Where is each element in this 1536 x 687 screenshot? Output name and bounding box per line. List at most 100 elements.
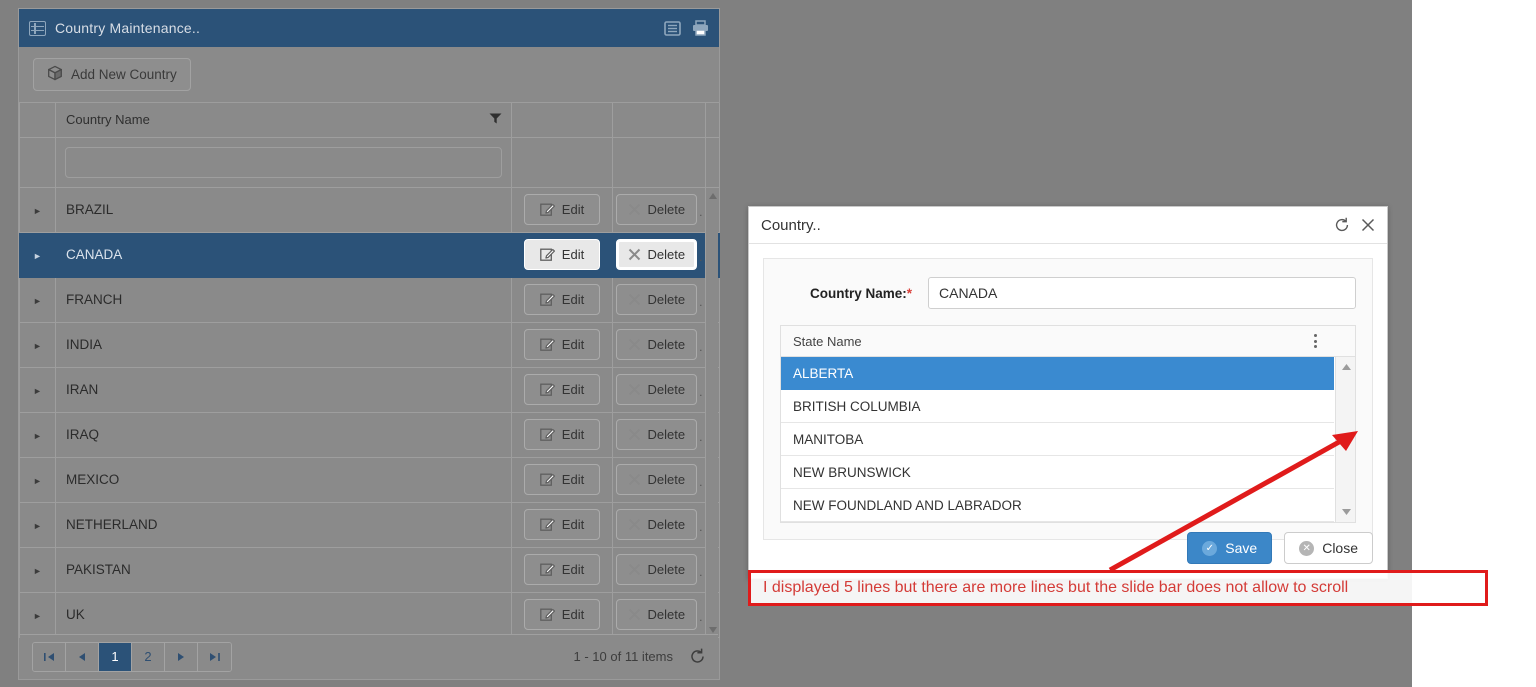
row-expand-toggle[interactable]: ► (19, 591, 56, 638)
table-row[interactable]: ► INDIA Edit Delete. (19, 321, 720, 368)
cell-delete: Delete. (612, 186, 706, 233)
row-expand-toggle[interactable]: ► (19, 276, 56, 323)
delete-button[interactable]: Delete (615, 239, 698, 270)
close-button[interactable]: ✕ Close (1284, 532, 1373, 564)
save-button[interactable]: ✓ Save (1187, 532, 1273, 564)
delete-button[interactable]: Delete (615, 329, 698, 360)
pager-next-page-button[interactable] (165, 642, 198, 671)
delete-button[interactable]: Delete (615, 419, 698, 450)
table-row[interactable]: ► UK Edit Delete. (19, 591, 720, 638)
list-item[interactable]: BRITISH COLUMBIA (781, 390, 1334, 423)
delete-button[interactable]: Delete (615, 464, 698, 495)
row-expand-toggle[interactable]: ► (19, 366, 56, 413)
state-grid-rows: ALBERTA BRITISH COLUMBIA MANITOBA NEW BRUNS… (781, 357, 1355, 522)
table-row[interactable]: ► FRANCH Edit Delete. (19, 276, 720, 323)
dialog-title-actions (1334, 217, 1375, 233)
grid-list-icon[interactable] (664, 20, 681, 36)
print-icon[interactable] (692, 20, 709, 36)
pager-prev-page-button[interactable] (66, 642, 99, 671)
annotation-box: I displayed 5 lines but there are more l… (748, 570, 1488, 606)
country-name-label-text: Country Name: (809, 285, 907, 301)
pager-page-2-button[interactable]: 2 (132, 642, 165, 671)
edit-button[interactable]: Edit (524, 239, 600, 270)
table-row[interactable]: ► IRAN Edit Delete. (19, 366, 720, 413)
row-expand-toggle[interactable]: ► (19, 321, 56, 368)
edit-button[interactable]: Edit (524, 194, 600, 225)
table-row[interactable]: ► NETHERLAND Edit Delete. (19, 501, 720, 548)
grid-header-row: Country Name (19, 103, 720, 138)
row-expand-toggle[interactable]: ► (19, 546, 56, 593)
row-expand-toggle[interactable]: ► (19, 456, 56, 503)
edit-button[interactable]: Edit (524, 284, 600, 315)
dialog-refresh-icon[interactable] (1334, 217, 1350, 233)
edit-button-label: Edit (561, 562, 585, 577)
edit-button[interactable]: Edit (524, 464, 600, 495)
pager-refresh-icon[interactable] (689, 648, 706, 665)
panel-toolbar: Add New Country (19, 47, 719, 103)
pager-last-page-button[interactable] (198, 642, 231, 671)
pager-first-page-button[interactable] (33, 642, 66, 671)
state-scroll-down-arrow-icon[interactable] (1336, 505, 1356, 519)
state-grid-scrollbar[interactable] (1335, 357, 1355, 522)
expand-arrow-icon: ► (33, 386, 42, 396)
cell-delete: Delete. (612, 591, 706, 638)
pager-page-1-button[interactable]: 1 (99, 642, 132, 671)
delete-button-label: Delete (647, 382, 686, 397)
edit-button[interactable]: Edit (524, 329, 600, 360)
expand-arrow-icon: ► (33, 296, 42, 306)
filter-icon[interactable] (489, 112, 502, 127)
edit-button[interactable]: Edit (524, 374, 600, 405)
x-icon (628, 338, 640, 351)
row-expand-toggle[interactable]: ► (19, 501, 56, 548)
cell-edit: Edit (511, 591, 613, 638)
list-item[interactable]: NEW FOUNDLAND AND LABRADOR (781, 489, 1334, 522)
edit-button-label: Edit (561, 202, 585, 217)
delete-button[interactable]: Delete (615, 194, 698, 225)
delete-button[interactable]: Delete (615, 284, 698, 315)
overflow-dot: . (699, 520, 703, 534)
cell-delete: Delete. (612, 411, 706, 458)
list-item[interactable]: ALBERTA (781, 357, 1334, 390)
x-circle-icon: ✕ (1299, 540, 1315, 556)
row-expand-toggle[interactable]: ► (19, 186, 56, 233)
dialog-title: Country.. (761, 216, 821, 234)
grid-header-edit (511, 103, 613, 138)
dialog-close-icon[interactable] (1361, 218, 1375, 232)
grid-vertical-scrollbar[interactable] (705, 188, 718, 638)
expand-arrow-icon: ► (33, 476, 42, 486)
add-new-country-button[interactable]: Add New Country (33, 58, 191, 91)
row-expand-toggle[interactable]: ► (19, 231, 56, 278)
country-name-filter-input[interactable] (65, 146, 502, 178)
overflow-dot: . (699, 250, 703, 264)
edit-button[interactable]: Edit (524, 509, 600, 540)
delete-button[interactable]: Delete (615, 554, 698, 585)
edit-pencil-icon (539, 338, 555, 351)
country-name-input[interactable] (928, 277, 1356, 309)
table-row[interactable]: ► MEXICO Edit Delete. (19, 456, 720, 503)
table-row[interactable]: ► PAKISTAN Edit Delete. (19, 546, 720, 593)
cell-delete: Delete. (612, 456, 706, 503)
kebab-menu-icon[interactable] (1314, 334, 1343, 348)
list-item[interactable]: NEW BRUNSWICK (781, 456, 1334, 489)
country-form: Country Name:* State Name ALBERTABRITISH… (763, 258, 1373, 540)
row-expand-toggle[interactable]: ► (19, 411, 56, 458)
table-row[interactable]: ► CANADA Edit Delete. (19, 231, 720, 278)
cell-edit: Edit (511, 546, 613, 593)
edit-button[interactable]: Edit (524, 599, 600, 630)
edit-button-label: Edit (561, 292, 585, 307)
delete-button[interactable]: Delete (615, 374, 698, 405)
grid-header-country-name[interactable]: Country Name (55, 103, 512, 138)
table-row[interactable]: ► BRAZIL Edit Delete. (19, 186, 720, 233)
filter-cell-country-name (55, 136, 512, 188)
screen-root: Country Maintenance.. Add New Country Co… (0, 0, 1536, 687)
grid-view-icon (29, 20, 46, 36)
state-scroll-up-arrow-icon[interactable] (1336, 360, 1356, 374)
grid-scroll-up-arrow-icon[interactable] (706, 190, 719, 202)
table-row[interactable]: ► IRAQ Edit Delete. (19, 411, 720, 458)
edit-button[interactable]: Edit (524, 419, 600, 450)
cell-delete: Delete. (612, 231, 706, 278)
delete-button[interactable]: Delete (615, 509, 698, 540)
delete-button[interactable]: Delete (615, 599, 698, 630)
edit-button[interactable]: Edit (524, 554, 600, 585)
list-item[interactable]: MANITOBA (781, 423, 1334, 456)
